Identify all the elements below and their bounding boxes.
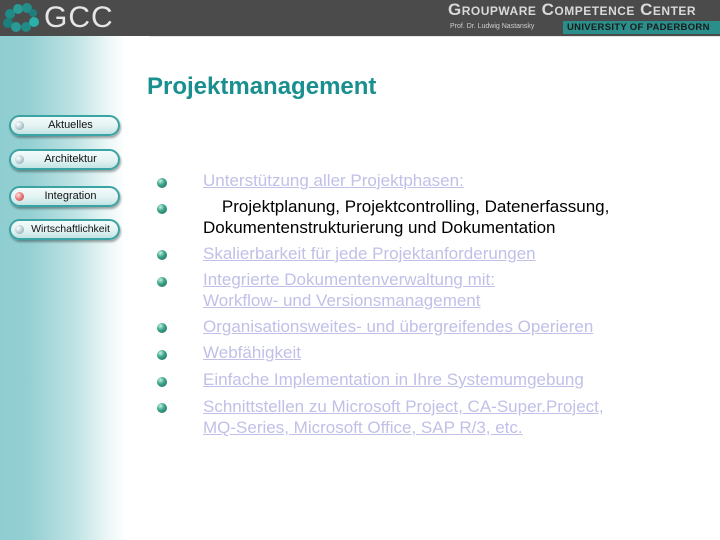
sidebar-item-wirtschaftlichkeit[interactable]: Wirtschaftlichkeit <box>9 219 120 240</box>
bullet-gem-icon <box>157 178 167 188</box>
sidebar-item-aktuelles[interactable]: Aktuelles <box>9 115 120 136</box>
sidebar-item-label: Integration <box>44 190 97 202</box>
bullet-link[interactable]: Unterstützung aller Projektphasen: <box>203 171 464 191</box>
bullet-gem-icon <box>157 323 167 333</box>
sidebar <box>0 36 150 540</box>
logo-text: GCC <box>44 1 114 34</box>
bullet-link[interactable]: Webfähigkeit <box>203 343 301 363</box>
sidebar-item-label: Architektur <box>44 153 97 165</box>
gcc-logo-icon <box>3 3 39 32</box>
bullet-gem-icon <box>157 277 167 287</box>
page-title: Projektmanagement <box>147 73 377 100</box>
bullet-gem-icon <box>157 403 167 413</box>
header-divider <box>140 36 720 37</box>
bullet-text: Projektplanung, Projektcontrolling, Date… <box>203 197 610 216</box>
center-title: Groupware Competence Center <box>448 0 697 19</box>
bullet-gem-icon <box>157 377 167 387</box>
sidebar-item-label: Aktuelles <box>48 119 93 131</box>
bullet-gem-icon <box>157 204 167 214</box>
bullet-link[interactable]: Integrierte Dokumentenverwaltung mit: <box>203 270 495 290</box>
sidebar-item-integration[interactable]: Integration <box>9 186 120 207</box>
university-banner: UNIVERSITY OF PADERBORN <box>563 21 720 34</box>
bullet-link[interactable]: MQ-Series, Microsoft Office, SAP R/3, et… <box>203 418 523 438</box>
bullet-link[interactable]: Organisationsweites- und übergreifendes … <box>203 317 593 337</box>
sidebar-item-label: Wirtschaftlichkeit <box>31 223 110 235</box>
bullet-link[interactable]: Workflow- und Versionsmanagement <box>203 291 481 311</box>
header-bar: GCC Groupware Competence Center Prof. Dr… <box>0 0 720 36</box>
bullet-link[interactable]: Schnittstellen zu Microsoft Project, CA-… <box>203 397 604 417</box>
bullet-link[interactable]: Einfache Implementation in Ihre Systemum… <box>203 370 584 390</box>
professor-name: Prof. Dr. Ludwig Nastansky <box>450 23 535 30</box>
bullet-gem-icon <box>157 350 167 360</box>
bullet-gem-icon <box>157 250 167 260</box>
bullet-link[interactable]: Skalierbarkeit für jede Projektanforderu… <box>203 244 536 264</box>
sidebar-item-architektur[interactable]: Architektur <box>9 149 120 170</box>
bullet-text: Dokumentenstrukturierung und Dokumentati… <box>203 218 556 237</box>
